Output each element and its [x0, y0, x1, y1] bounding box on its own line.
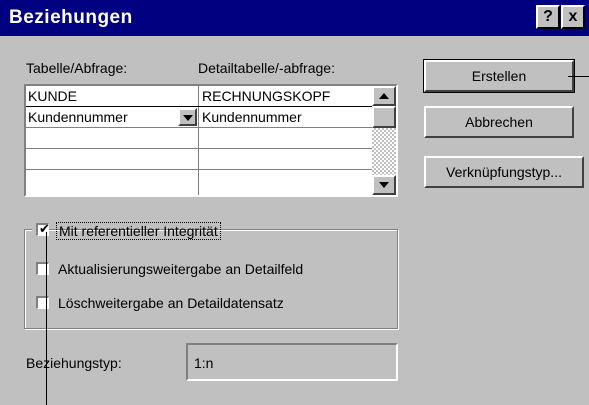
cascade-delete-checkbox[interactable] [36, 296, 49, 309]
help-button[interactable]: ? [536, 5, 560, 29]
callout-line-vertical [46, 232, 47, 405]
grid-left-empty-2[interactable] [26, 149, 198, 169]
callout-line [568, 76, 589, 77]
cascade-update-label: Aktualisierungsweitergabe an Detailfeld [58, 261, 304, 277]
title-bar: Beziehungen ? x [0, 0, 589, 36]
cancel-button[interactable]: Abbrechen [424, 106, 574, 138]
chevron-down-icon [379, 182, 389, 188]
table-query-label: Tabelle/Abfrage: [26, 60, 128, 76]
chevron-down-icon [183, 115, 193, 121]
relationships-dialog: Beziehungen ? x Tabelle/Abfrage: Detailt… [0, 0, 589, 405]
grid-right-empty-1[interactable] [200, 128, 372, 148]
detail-table-label: Detailtabelle/-abfrage: [198, 60, 335, 76]
create-button[interactable]: Erstellen [423, 59, 575, 93]
field-dropdown-button[interactable] [178, 108, 197, 126]
relation-type-field: 1:n [186, 343, 398, 381]
relationship-grid: KUNDE RECHNUNGSKOPF Kundennummer Kundenn… [24, 84, 398, 197]
relation-type-label: Beziehungstyp: [26, 355, 122, 371]
scroll-down-button[interactable] [372, 175, 396, 195]
referential-integrity-option[interactable]: ✔ Mit referentieller Integrität [32, 220, 221, 240]
chevron-up-icon [379, 93, 389, 99]
scroll-up-button[interactable] [372, 86, 396, 106]
dialog-title: Beziehungen [9, 7, 133, 28]
grid-left-empty-1[interactable] [26, 128, 198, 148]
row-divider [26, 127, 372, 128]
relation-type-value: 1:n [194, 355, 214, 371]
cascade-delete-label: Löschweitergabe an Detaildatensatz [58, 295, 284, 311]
close-icon: x [568, 8, 578, 25]
grid-right-field[interactable]: Kundennummer [200, 107, 372, 127]
header-divider [26, 106, 372, 107]
scroll-thumb[interactable] [372, 106, 396, 128]
integrity-group [24, 229, 398, 329]
grid-header-right[interactable]: RECHNUNGSKOPF [200, 86, 372, 106]
help-icon: ? [543, 8, 553, 25]
referential-integrity-checkbox[interactable]: ✔ [36, 221, 50, 236]
join-type-button[interactable]: Verknüpfungstyp... [424, 156, 584, 188]
cascade-update-checkbox[interactable] [36, 262, 49, 275]
grid-header-left[interactable]: KUNDE [26, 86, 198, 106]
close-button[interactable]: x [561, 5, 585, 29]
grid-right-empty-2[interactable] [200, 149, 372, 169]
column-divider [198, 86, 199, 195]
row-divider [26, 148, 372, 149]
checkmark-icon: ✔ [39, 221, 50, 236]
row-divider [26, 169, 372, 170]
referential-integrity-label: Mit referentieller Integrität [56, 222, 221, 240]
grid-left-field[interactable]: Kundennummer [26, 107, 178, 127]
